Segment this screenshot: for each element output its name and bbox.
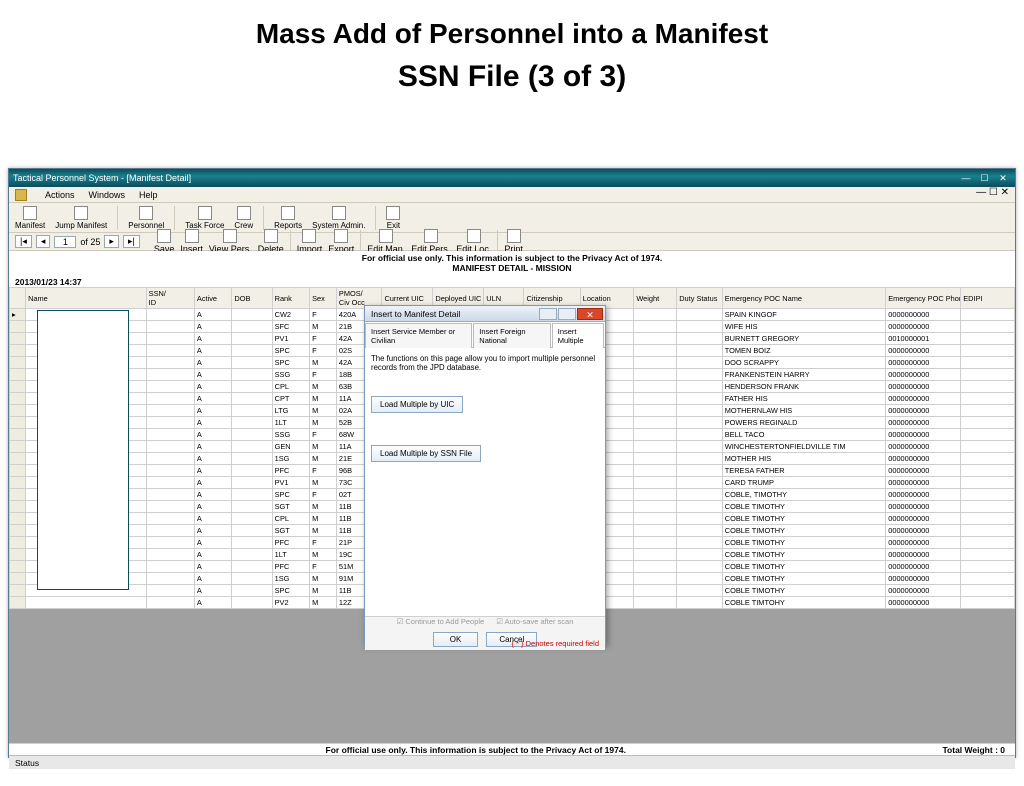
window-title: Tactical Personnel System - [Manifest De… [13,173,191,183]
opt-autosave[interactable]: ☑ Auto-save after scan [496,617,573,626]
tb-task-force[interactable]: Task Force [185,206,224,230]
col-emergency-poc-phone[interactable]: Emergency POC Phone [886,288,961,309]
footer-bar: For official use only. This information … [9,743,1015,755]
col-name[interactable]: Name [26,288,147,309]
col-ssn-id[interactable]: SSN/ID [146,288,194,309]
col-weight[interactable]: Weight [634,288,677,309]
name-column-mask [37,310,129,590]
tb-personnel[interactable]: Personnel [128,206,164,230]
system-admin-icon [332,206,346,220]
col-sex[interactable]: Sex [310,288,337,309]
slide-title: Mass Add of Personnel into a Manifest [0,18,1024,50]
personnel-icon [139,206,153,220]
dialog-titlebar[interactable]: Insert to Manifest Detail ✕ [365,306,605,322]
jump-manifest-icon [74,206,88,220]
tb-jump-manifest[interactable]: Jump Manifest [55,206,107,230]
close-icon[interactable]: ✕ [995,173,1011,184]
tab-service-member[interactable]: Insert Service Member or Civilian [365,323,472,348]
nav-last-icon[interactable]: ▸| [123,235,140,248]
privacy-banner-top: For official use only. This information … [9,251,1015,263]
menu-actions[interactable]: Actions [45,190,75,200]
col-edipi[interactable]: EDIPI [961,288,1015,309]
window-titlebar[interactable]: Tactical Personnel System - [Manifest De… [9,169,1015,187]
dialog-tabs: Insert Service Member or Civilian Insert… [365,322,605,348]
nav-next-icon[interactable]: ▸ [104,235,119,248]
nav-page-of: of 25 [80,237,100,247]
load-by-ssn-file-button[interactable]: Load Multiple by SSN File [371,445,481,462]
menubar: Actions Windows Help — ☐ ✕ [9,187,1015,203]
maximize-icon[interactable]: ☐ [976,173,992,184]
reports-icon [281,206,295,220]
dialog-maximize-icon[interactable] [558,308,576,320]
nav-first-icon[interactable]: |◂ [15,235,32,248]
minimize-icon[interactable]: — [958,173,974,183]
dialog-footer: ☑ Continue to Add People ☑ Auto-save aft… [365,616,605,650]
manifest-icon [23,206,37,220]
dialog-instructions: The functions on this page allow you to … [371,354,599,372]
mdi-controls[interactable]: — ☐ ✕ [976,187,1009,198]
tab-foreign-national[interactable]: Insert Foreign National [473,323,550,348]
dialog-title: Insert to Manifest Detail [371,309,460,319]
col-emergency-poc-name[interactable]: Emergency POC Name [722,288,885,309]
dialog-body: The functions on this page allow you to … [365,348,605,616]
task-force-icon [198,206,212,220]
menu-windows[interactable]: Windows [89,190,126,200]
exit-icon [386,206,400,220]
opt-continue[interactable]: ☑ Continue to Add People [397,617,485,626]
timestamp: 2013/01/23 14:37 [9,275,1015,287]
col-selector[interactable] [10,288,26,309]
col-duty-status[interactable]: Duty Status [677,288,723,309]
tab-insert-multiple[interactable]: Insert Multiple [552,323,604,348]
nav-prev-icon[interactable]: ◂ [36,235,51,248]
menu-help[interactable]: Help [139,190,158,200]
insert-dialog: Insert to Manifest Detail ✕ Insert Servi… [364,305,606,645]
app-icon [15,189,27,201]
nav-page-input[interactable] [54,236,76,248]
window-buttons: — ☐ ✕ [958,173,1011,184]
ok-button[interactable]: OK [433,632,479,647]
col-dob[interactable]: DOB [232,288,272,309]
tb-system-admin[interactable]: System Admin. [312,206,365,230]
privacy-banner-bottom: For official use only. This information … [9,745,943,755]
total-weight: Total Weight : 0 [943,745,1016,755]
col-rank[interactable]: Rank [272,288,310,309]
app-window: Tactical Personnel System - [Manifest De… [8,168,1016,758]
crew-icon [237,206,251,220]
tb-reports[interactable]: Reports [274,206,302,230]
tb-manifest[interactable]: Manifest [15,206,45,230]
slide-subtitle: SSN File (3 of 3) [0,60,1024,94]
tb-exit[interactable]: Exit [386,206,400,230]
statusbar: Status [9,755,1015,769]
content-area: For official use only. This information … [9,251,1015,743]
load-by-uic-button[interactable]: Load Multiple by UIC [371,396,463,413]
required-field-note: { * } Denotes required field [511,639,599,648]
record-navigator: |◂ ◂ of 25 ▸ ▸| SaveInsertView Pers.Dele… [9,233,1015,251]
col-active[interactable]: Active [194,288,232,309]
dialog-close-icon[interactable]: ✕ [577,308,603,320]
dialog-minimize-icon[interactable] [539,308,557,320]
detail-heading: MANIFEST DETAIL - MISSION [9,263,1015,275]
tb-crew[interactable]: Crew [234,206,253,230]
status-text: Status [15,758,39,768]
